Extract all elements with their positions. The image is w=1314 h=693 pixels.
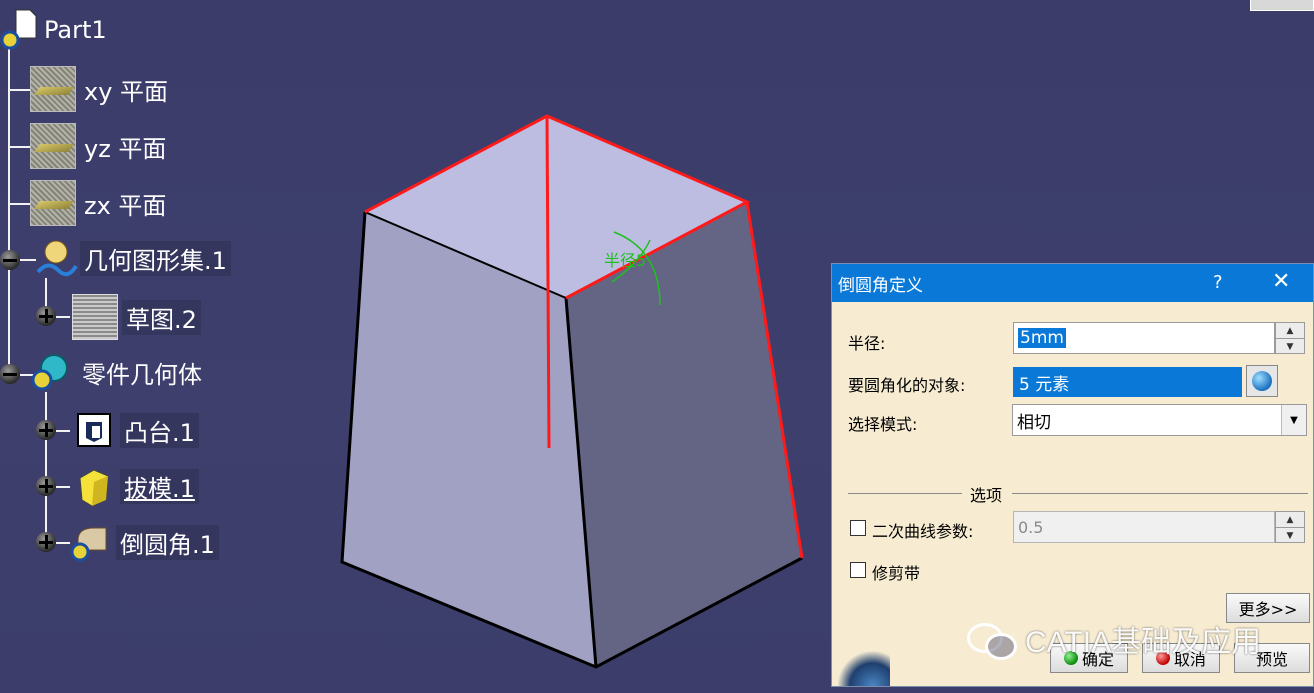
- collapse-icon[interactable]: [0, 364, 20, 384]
- tree-branch: [8, 203, 32, 205]
- tree-branch: [56, 430, 70, 432]
- expand-icon[interactable]: [36, 420, 56, 440]
- radius-spinner[interactable]: ▲ ▼: [1275, 322, 1305, 354]
- radius-input[interactable]: 5mm: [1013, 322, 1275, 354]
- pad-icon: [72, 408, 116, 452]
- expand-icon[interactable]: [36, 306, 56, 326]
- part-document-icon: [0, 8, 40, 52]
- tree-item-sketch[interactable]: 草图.2: [72, 294, 201, 340]
- tree-item-pad[interactable]: 凸台.1: [72, 408, 199, 452]
- tree-branch: [56, 316, 70, 318]
- plane-icon: [30, 123, 76, 169]
- tree-root-label: Part1: [44, 16, 107, 44]
- tree-branch: [8, 89, 32, 91]
- objects-label: 要圆角化的对象:: [848, 376, 966, 395]
- tree-item-yz-plane[interactable]: yz 平面: [30, 123, 170, 169]
- help-button[interactable]: ?: [1213, 272, 1223, 293]
- tree-item-geometric-set[interactable]: 几何图形集.1: [34, 236, 231, 280]
- wechat-icon: [965, 619, 1019, 660]
- plane-icon: [30, 66, 76, 112]
- options-group-title: 选项: [970, 486, 1003, 505]
- tree-item-label: 倒圆角.1: [116, 524, 219, 560]
- conic-parameter-value: 0.5: [1018, 517, 1044, 537]
- part-body-icon: [30, 350, 74, 394]
- spin-down-icon[interactable]: ▼: [1276, 528, 1304, 543]
- spin-up-icon[interactable]: ▲: [1276, 323, 1304, 339]
- edge-fillet-icon: [68, 520, 112, 564]
- radius-value: 5mm: [1018, 328, 1066, 348]
- draft-icon: [72, 464, 116, 508]
- selection-mode-value: 相切: [1017, 412, 1051, 433]
- objects-value: 5 元素: [1019, 374, 1070, 395]
- trim-ribbons-label: 修剪带: [872, 564, 921, 583]
- tree-item-label: xy 平面: [84, 77, 169, 106]
- expand-icon[interactable]: [36, 476, 56, 496]
- selected-edge-back[interactable]: [545, 115, 551, 449]
- tree-item-label: 几何图形集.1: [80, 240, 231, 276]
- tree-item-label: 拔模.1: [120, 468, 199, 504]
- geometric-set-icon: [34, 236, 78, 280]
- conic-parameter-input[interactable]: 0.5: [1013, 511, 1275, 543]
- tree-trunk: [8, 48, 10, 374]
- selection-mode-select[interactable]: 相切 ▼: [1012, 404, 1307, 436]
- tree-item-label: zx 平面: [84, 191, 167, 220]
- chevron-down-icon[interactable]: ▼: [1281, 405, 1306, 435]
- mode-label: 选择模式:: [848, 415, 918, 434]
- tree-subtrunk: [45, 392, 47, 544]
- tree-item-label: 零件几何体: [82, 360, 202, 389]
- watermark-text: CATIA基础及应用: [1025, 626, 1262, 659]
- collapse-icon[interactable]: [0, 250, 20, 270]
- tree-branch: [56, 486, 70, 488]
- radius-annotation-label[interactable]: 半径5: [604, 251, 646, 270]
- radius-label: 半径:: [848, 334, 886, 353]
- watermark: CATIA基础及应用: [965, 617, 1261, 661]
- tree-item-draft[interactable]: 拔模.1: [72, 464, 199, 508]
- tree-item-zx-plane[interactable]: zx 平面: [30, 180, 170, 226]
- trim-ribbons-checkbox[interactable]: [850, 562, 866, 578]
- close-button[interactable]: ✕: [1272, 269, 1290, 294]
- tree-item-part-body[interactable]: 零件几何体: [30, 350, 206, 394]
- conic-spinner[interactable]: ▲ ▼: [1275, 511, 1305, 543]
- specification-tree: Part1 xy 平面 yz 平面 zx 平面 几何图形集.1 草图.2 零件几…: [0, 0, 260, 580]
- catia-globe-icon: [832, 646, 890, 686]
- spin-up-icon[interactable]: ▲: [1276, 512, 1304, 528]
- spin-down-icon[interactable]: ▼: [1276, 339, 1304, 354]
- tree-item-label: yz 平面: [84, 134, 167, 163]
- tree-item-label: 草图.2: [122, 299, 201, 335]
- options-divider-left: [848, 493, 962, 494]
- objects-field[interactable]: 5 元素: [1013, 367, 1242, 397]
- tree-item-label: 凸台.1: [120, 412, 199, 448]
- tree-item-edge-fillet[interactable]: 倒圆角.1: [68, 520, 219, 564]
- edge-selection-button[interactable]: [1246, 365, 1278, 397]
- tree-root[interactable]: Part1: [0, 8, 111, 52]
- selection-list-icon: [1252, 371, 1272, 391]
- dialog-title: 倒圆角定义: [838, 275, 923, 296]
- tree-branch: [8, 146, 32, 148]
- tree-item-xy-plane[interactable]: xy 平面: [30, 66, 172, 112]
- dialog-title-bar[interactable]: 倒圆角定义 ? ✕: [832, 264, 1313, 302]
- expand-icon[interactable]: [36, 532, 56, 552]
- conic-parameter-label: 二次曲线参数:: [872, 522, 974, 541]
- conic-parameter-checkbox[interactable]: [850, 520, 866, 536]
- sketch-icon: [72, 294, 118, 340]
- plane-icon: [30, 180, 76, 226]
- window-corner-stub: [1250, 0, 1314, 11]
- options-divider-right: [1012, 493, 1308, 494]
